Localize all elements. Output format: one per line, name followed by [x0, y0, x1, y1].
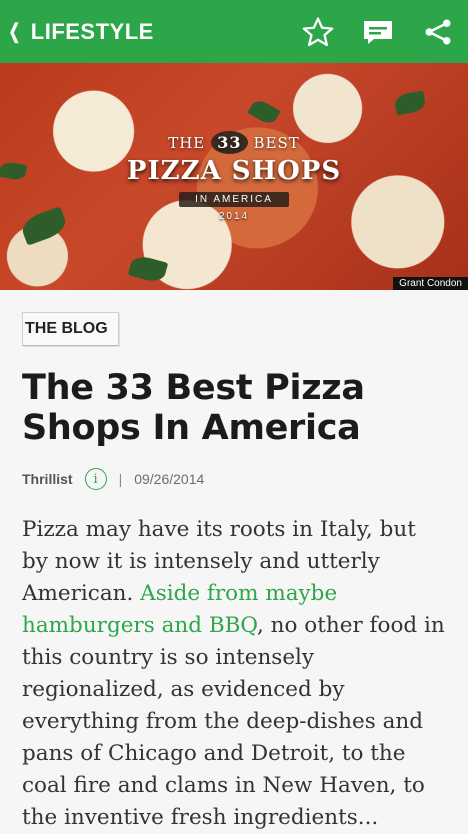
blog-tag[interactable]: THE BLOG [22, 312, 119, 346]
back-button[interactable]: ❮ LIFESTYLE [0, 0, 154, 63]
app-bar: ❮ LIFESTYLE [0, 0, 468, 63]
hero-title-overlay: THE 33 BEST PIZZA SHOPS IN AMERICA 2014 [0, 63, 468, 290]
hero-best: BEST [253, 133, 300, 152]
article: THE BLOG The 33 Best Pizza Shops In Amer… [22, 312, 446, 834]
share-icon [425, 19, 451, 44]
hero-title-line1: THE 33 BEST [168, 131, 300, 154]
photo-credit: Grant Condon [393, 277, 468, 290]
info-icon[interactable]: i [84, 468, 107, 490]
author-name[interactable]: Thrillist [22, 471, 73, 487]
comment-icon [364, 20, 392, 44]
article-title: The 33 Best Pizza Shops In America [22, 368, 365, 448]
favorite-button[interactable] [288, 0, 348, 63]
star-icon [302, 16, 334, 46]
publish-date: 09/26/2014 [134, 471, 205, 487]
hero-title-line2: PIZZA SHOPS [126, 156, 342, 186]
section-title: LIFESTYLE [30, 18, 154, 44]
body-text: , no other food in this country is so in… [22, 613, 445, 830]
hero-number: 33 [211, 131, 248, 154]
byline-separator: | [118, 471, 123, 487]
share-button[interactable] [408, 0, 468, 63]
hero-year: 2014 [218, 211, 250, 222]
byline: Thrillist i | 09/26/2014 [22, 468, 446, 490]
hero-image[interactable]: THE 33 BEST PIZZA SHOPS IN AMERICA 2014 … [0, 63, 468, 290]
hero-title-line3: IN AMERICA [179, 192, 289, 207]
hero-the: THE [168, 133, 206, 152]
article-body: Pizza may have its roots in Italy, but b… [22, 514, 446, 834]
comments-button[interactable] [348, 0, 408, 63]
chevron-left-icon: ❮ [8, 21, 21, 43]
toolbar-actions [288, 0, 468, 63]
